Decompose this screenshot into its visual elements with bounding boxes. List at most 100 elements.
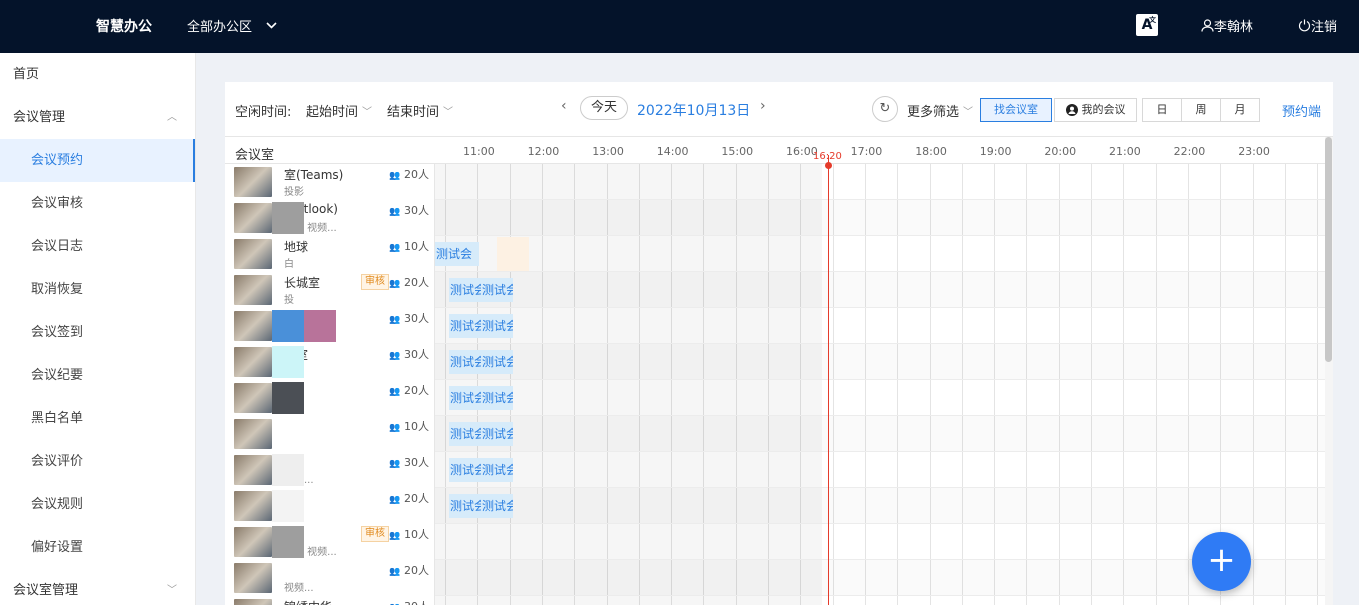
room-info-cell[interactable]: (outlook) 投影 视频... 👥 30人	[225, 200, 435, 236]
sidebar-item-meeting-minutes[interactable]: 会议纪要	[0, 354, 195, 397]
sidebar-item-meeting-rules[interactable]: 会议规则	[0, 483, 195, 526]
people-icon: 👥	[389, 387, 401, 397]
user-menu[interactable]: 李翰林	[1201, 16, 1253, 35]
booking-block[interactable]: 测试会	[481, 458, 513, 482]
refresh-button[interactable]: ↻	[872, 96, 898, 122]
room-info-cell[interactable]: 投影👥 20人	[225, 488, 435, 524]
room-row[interactable]: 议室👥 30人测试会测试会	[225, 344, 1325, 380]
prev-day-button[interactable]: ‹	[561, 98, 567, 114]
booking-block[interactable]: 测试会	[481, 350, 513, 374]
room-capacity: 👥 10人	[389, 240, 429, 253]
people-icon: 👥	[389, 423, 401, 433]
my-meetings-button[interactable]: 我的会议	[1054, 98, 1137, 122]
room-row[interactable]: 投影 视频... 审核 👥 10人	[225, 524, 1325, 560]
next-day-button[interactable]: ›	[760, 98, 766, 114]
sidebar-item-blackwhite-list[interactable]: 黑白名单	[0, 397, 195, 440]
logout-label: 注销	[1311, 20, 1338, 35]
booking-block[interactable]: 测试会	[481, 422, 513, 446]
booking-block[interactable]: 测试会	[449, 386, 481, 410]
area-selector[interactable]: 全部办公区	[187, 16, 277, 35]
current-time-line	[828, 155, 829, 605]
room-row[interactable]: 👥 30人 测试会 测试会	[225, 308, 1325, 344]
hour-tick-label: 21:00	[1109, 145, 1141, 158]
booking-block[interactable]: 测试会	[449, 314, 481, 338]
booking-block[interactable]: 测试会	[435, 242, 479, 266]
booking-block[interactable]: 测试会	[481, 386, 513, 410]
booking-block[interactable]: 测试会	[449, 494, 481, 518]
sidebar-item-meeting-rating[interactable]: 会议评价	[0, 440, 195, 483]
view-day-button[interactable]: 日	[1142, 98, 1182, 122]
sidebar-item-meeting-review[interactable]: 会议审核	[0, 182, 195, 225]
sidebar-item-meeting-checkin[interactable]: 会议签到	[0, 311, 195, 354]
sidebar-item-preferences[interactable]: 偏好设置	[0, 526, 195, 569]
room-info-cell[interactable]: 锦绣中华 👥 30人	[225, 596, 435, 605]
room-info-cell[interactable]: 投影 视频... 审核 👥 10人	[225, 524, 435, 560]
room-info-cell[interactable]: 室(Teams) 投影 👥 20人	[225, 164, 435, 200]
view-week-button[interactable]: 周	[1181, 98, 1221, 122]
room-equipment: 视频...	[284, 583, 314, 594]
logout-button[interactable]: 注销	[1298, 16, 1337, 35]
redaction-block	[272, 310, 304, 342]
user-icon	[1201, 19, 1214, 32]
sidebar-item-meeting-booking[interactable]: 会议预约	[0, 139, 195, 182]
vertical-scrollbar[interactable]	[1325, 137, 1333, 605]
room-info-cell[interactable]: 视频...👥 30人	[225, 452, 435, 488]
redaction-block	[304, 310, 336, 342]
user-circle-icon	[1065, 104, 1078, 116]
room-capacity: 👥 10人	[389, 528, 429, 541]
room-name: 锦绣中华	[284, 598, 374, 605]
room-row[interactable]: 视频... 👥 20人	[225, 560, 1325, 596]
room-capacity: 👥 30人	[389, 348, 429, 361]
room-row[interactable]: 室(Teams) 投影 👥 20人	[225, 164, 1325, 200]
find-room-button[interactable]: 找会议室	[980, 98, 1052, 122]
booking-block[interactable]	[497, 237, 529, 271]
room-info-cell[interactable]: 长城室投审核 👥 20人	[225, 272, 435, 308]
refresh-icon: ↻	[879, 101, 891, 116]
room-equipment: 白	[284, 259, 294, 270]
room-info-cell[interactable]: 👥 20人	[225, 380, 435, 416]
start-time-select[interactable]: 起始时间 ﹀	[306, 101, 372, 120]
booking-block[interactable]: 测试会	[449, 278, 481, 302]
sidebar-item-room-management[interactable]: 会议室管理 ﹀	[0, 569, 195, 605]
room-info-cell[interactable]: 👥 30人	[225, 308, 435, 344]
language-toggle[interactable]: A文	[1136, 14, 1158, 36]
booking-block[interactable]: 测试会	[449, 350, 481, 374]
view-month-button[interactable]: 月	[1220, 98, 1260, 122]
room-info-cell[interactable]: 视频... 👥 20人	[225, 560, 435, 596]
room-capacity: 👥 20人	[389, 276, 429, 289]
room-info-cell[interactable]: 议室👥 30人	[225, 344, 435, 380]
sidebar-item-cancel-restore[interactable]: 取消恢复	[0, 268, 195, 311]
booking-block[interactable]: 测试会	[481, 494, 513, 518]
room-photo	[234, 239, 272, 269]
room-row[interactable]: 长城室投审核 👥 20人 测试会 测试会	[225, 272, 1325, 308]
room-photo	[234, 383, 272, 413]
sidebar-item-meeting-log[interactable]: 会议日志	[0, 225, 195, 268]
room-row[interactable]: (outlook) 投影 视频... 👥 30人	[225, 200, 1325, 236]
room-row[interactable]: 锦绣中华 👥 30人	[225, 596, 1325, 605]
booking-block[interactable]: 测试会	[481, 314, 513, 338]
redaction-block	[272, 382, 304, 414]
room-info-cell[interactable]: 地球白 👥 10人	[225, 236, 435, 272]
current-date[interactable]: 2022年10月13日	[637, 100, 750, 120]
booking-block[interactable]: 测试会	[481, 278, 513, 302]
booking-block[interactable]: 测试会	[449, 458, 481, 482]
room-photo	[234, 419, 272, 449]
scrollbar-thumb[interactable]	[1325, 137, 1332, 362]
booking-block[interactable]: 测试会	[449, 422, 481, 446]
more-filter-select[interactable]: 更多筛选 ﹀	[907, 101, 973, 120]
room-row[interactable]: 👥 10人 测试会 测试会	[225, 416, 1325, 452]
room-row[interactable]: 视频...👥 30人测试会测试会	[225, 452, 1325, 488]
sidebar-item-home[interactable]: 首页	[0, 53, 195, 96]
room-photo	[234, 491, 272, 521]
sidebar-item-meeting-management[interactable]: 会议管理 ︿	[0, 96, 195, 139]
room-capacity: 👥 20人	[389, 168, 429, 181]
room-row[interactable]: 👥 20人 测试会 测试会	[225, 380, 1325, 416]
booking-side-link[interactable]: 预约端	[1282, 101, 1321, 120]
people-icon: 👥	[389, 459, 401, 469]
add-booking-button[interactable]: +	[1192, 532, 1251, 591]
room-row[interactable]: 投影👥 20人测试会测试会	[225, 488, 1325, 524]
today-button[interactable]: 今天	[580, 96, 628, 120]
end-time-select[interactable]: 结束时间 ﹀	[387, 101, 453, 120]
room-row[interactable]: 地球白 👥 10人 测试会	[225, 236, 1325, 272]
room-info-cell[interactable]: 👥 10人	[225, 416, 435, 452]
